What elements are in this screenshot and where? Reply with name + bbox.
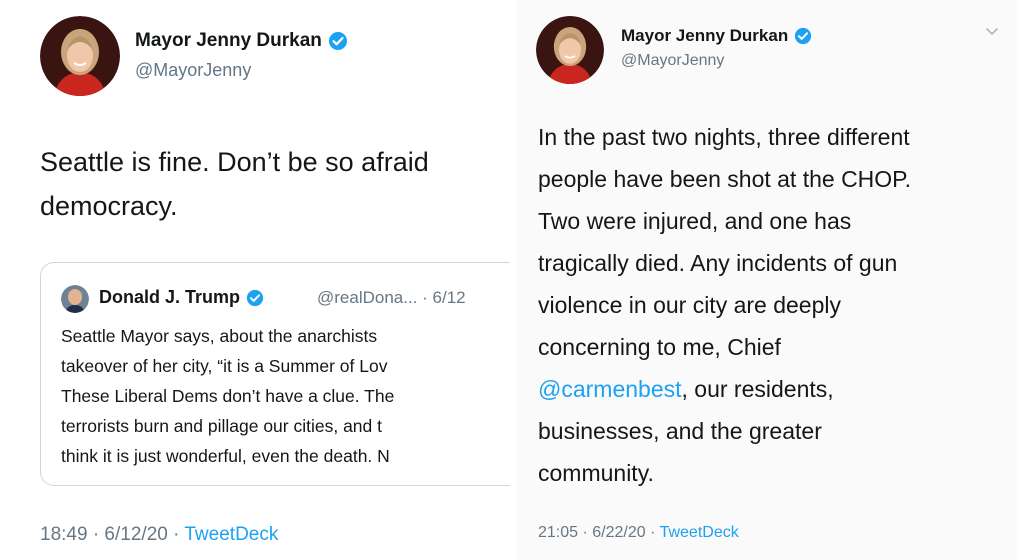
quoted-tweet[interactable]: Donald J. Trump @realDona... · 6/12 Seat…: [40, 262, 510, 486]
quoted-tweet-text: Seattle Mayor says, about the anarchists…: [61, 326, 395, 466]
quoted-avatar[interactable]: [61, 285, 89, 313]
verified-badge-icon: [246, 289, 264, 307]
author-handle[interactable]: @MayorJenny: [621, 52, 724, 70]
author-handle[interactable]: @MayorJenny: [135, 60, 251, 81]
author-name-text: Mayor Jenny Durkan: [135, 30, 322, 51]
tweet-text: In the past two nights, three different …: [538, 116, 911, 494]
avatar[interactable]: [40, 16, 120, 96]
author-name[interactable]: Mayor Jenny Durkan: [135, 30, 348, 52]
tweet-card-left: Mayor Jenny Durkan @MayorJenny Seattle i…: [0, 0, 510, 560]
tweet-card-right: Mayor Jenny Durkan @MayorJenny In the pa…: [516, 0, 1017, 560]
profile-photo: [40, 16, 120, 96]
quoted-author-name[interactable]: Donald J. Trump: [99, 287, 264, 308]
tweet-footer: 18:49 · 6/12/20 · TweetDeck: [40, 524, 278, 546]
quoted-author-name-text: Donald J. Trump: [99, 287, 241, 307]
mention-link[interactable]: @carmenbest: [538, 376, 682, 402]
source-link[interactable]: TweetDeck: [184, 524, 278, 545]
timestamp[interactable]: 18:49 · 6/12/20 ·: [40, 524, 184, 545]
chevron-down-icon[interactable]: [986, 28, 998, 36]
profile-photo: [536, 16, 604, 84]
verified-badge-icon: [794, 27, 812, 45]
author-name[interactable]: Mayor Jenny Durkan: [621, 26, 812, 46]
tweet-footer: 21:05 · 6/22/20 · TweetDeck: [538, 524, 739, 542]
timestamp[interactable]: 21:05 · 6/22/20 ·: [538, 524, 660, 541]
verified-badge-icon: [328, 31, 348, 51]
tweet-text-part: In the past two nights, three different …: [538, 124, 911, 360]
quoted-handle-date[interactable]: @realDona... · 6/12: [317, 288, 466, 308]
tweet-text: Seattle is fine. Don’t be so afraid demo…: [40, 147, 429, 221]
author-name-text: Mayor Jenny Durkan: [621, 26, 789, 45]
source-link[interactable]: TweetDeck: [660, 524, 739, 541]
avatar[interactable]: [536, 16, 604, 84]
